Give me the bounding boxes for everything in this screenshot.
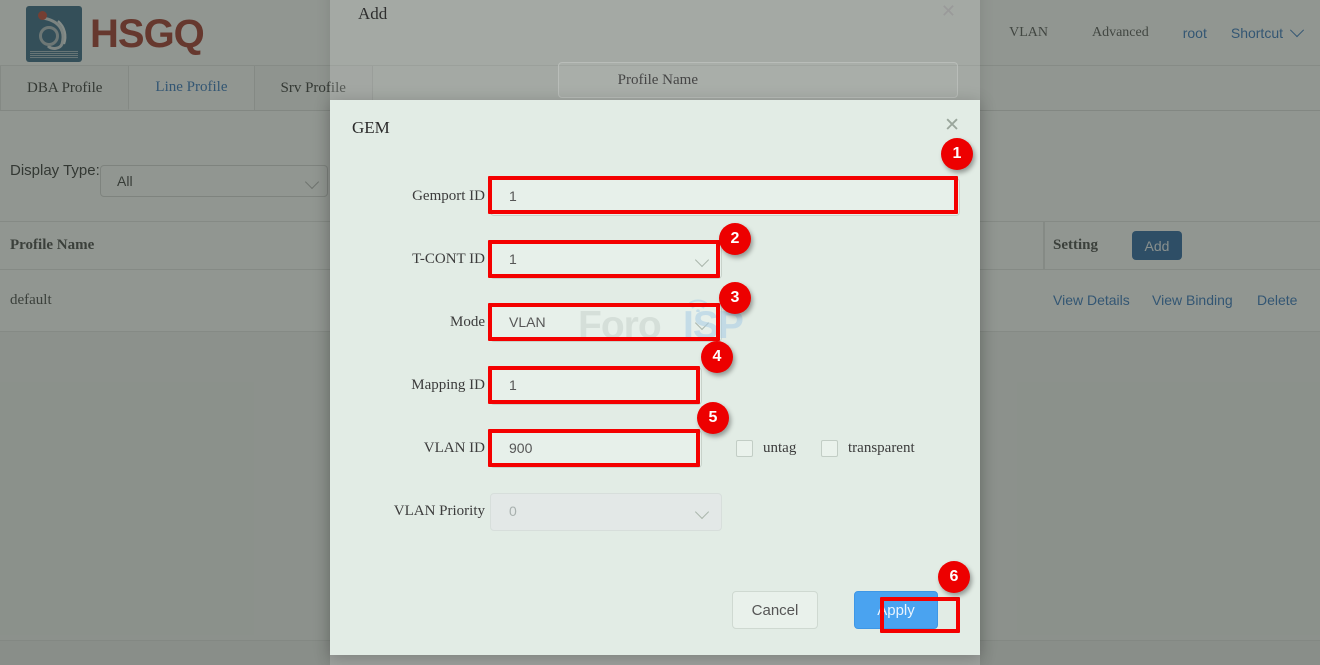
vlan-priority-value: 0 (509, 503, 517, 519)
apply-button[interactable]: Apply (854, 591, 938, 629)
mapping-id-value: 1 (509, 377, 517, 393)
untag-checkbox-group[interactable]: untag (736, 440, 796, 457)
gemport-id-value: 1 (509, 188, 517, 204)
profile-name-input[interactable] (558, 62, 958, 98)
vlan-priority-label: VLAN Priority (330, 503, 485, 520)
mapping-id-input[interactable]: 1 (490, 367, 702, 405)
untag-checkbox[interactable] (736, 440, 753, 457)
vlan-id-label: VLAN ID (330, 440, 485, 457)
chevron-down-icon (695, 505, 709, 519)
cancel-button[interactable]: Cancel (732, 591, 818, 629)
tcont-id-value: 1 (509, 251, 517, 267)
vlan-priority-select[interactable]: 0 (490, 493, 722, 531)
gem-dialog-footer: Cancel Apply (330, 565, 980, 655)
transparent-checkbox-group[interactable]: transparent (821, 440, 915, 457)
untag-label: untag (763, 440, 796, 457)
tcont-id-select[interactable]: 1 (490, 241, 722, 279)
chevron-down-icon (695, 316, 709, 330)
gem-dialog-title: GEM (352, 118, 390, 138)
transparent-checkbox[interactable] (821, 440, 838, 457)
mode-select[interactable]: VLAN (490, 304, 722, 342)
gemport-id-input[interactable]: 1 (490, 178, 960, 216)
close-icon[interactable]: ✕ (941, 2, 956, 20)
add-dialog-title: Add (358, 4, 387, 24)
vlan-id-input[interactable]: 900 (490, 430, 702, 468)
vlan-id-value: 900 (509, 440, 532, 456)
chevron-down-icon (695, 253, 709, 267)
mode-value: VLAN (509, 314, 546, 330)
mapping-id-label: Mapping ID (330, 377, 485, 394)
gem-dialog: GEM ✕ Gemport ID 1 T-CONT ID 1 Mode VLAN… (330, 100, 980, 655)
tcont-id-label: T-CONT ID (330, 251, 485, 268)
gemport-id-label: Gemport ID (330, 188, 485, 205)
close-icon[interactable]: ✕ (944, 116, 960, 135)
transparent-label: transparent (848, 440, 915, 457)
mode-label: Mode (330, 314, 485, 331)
